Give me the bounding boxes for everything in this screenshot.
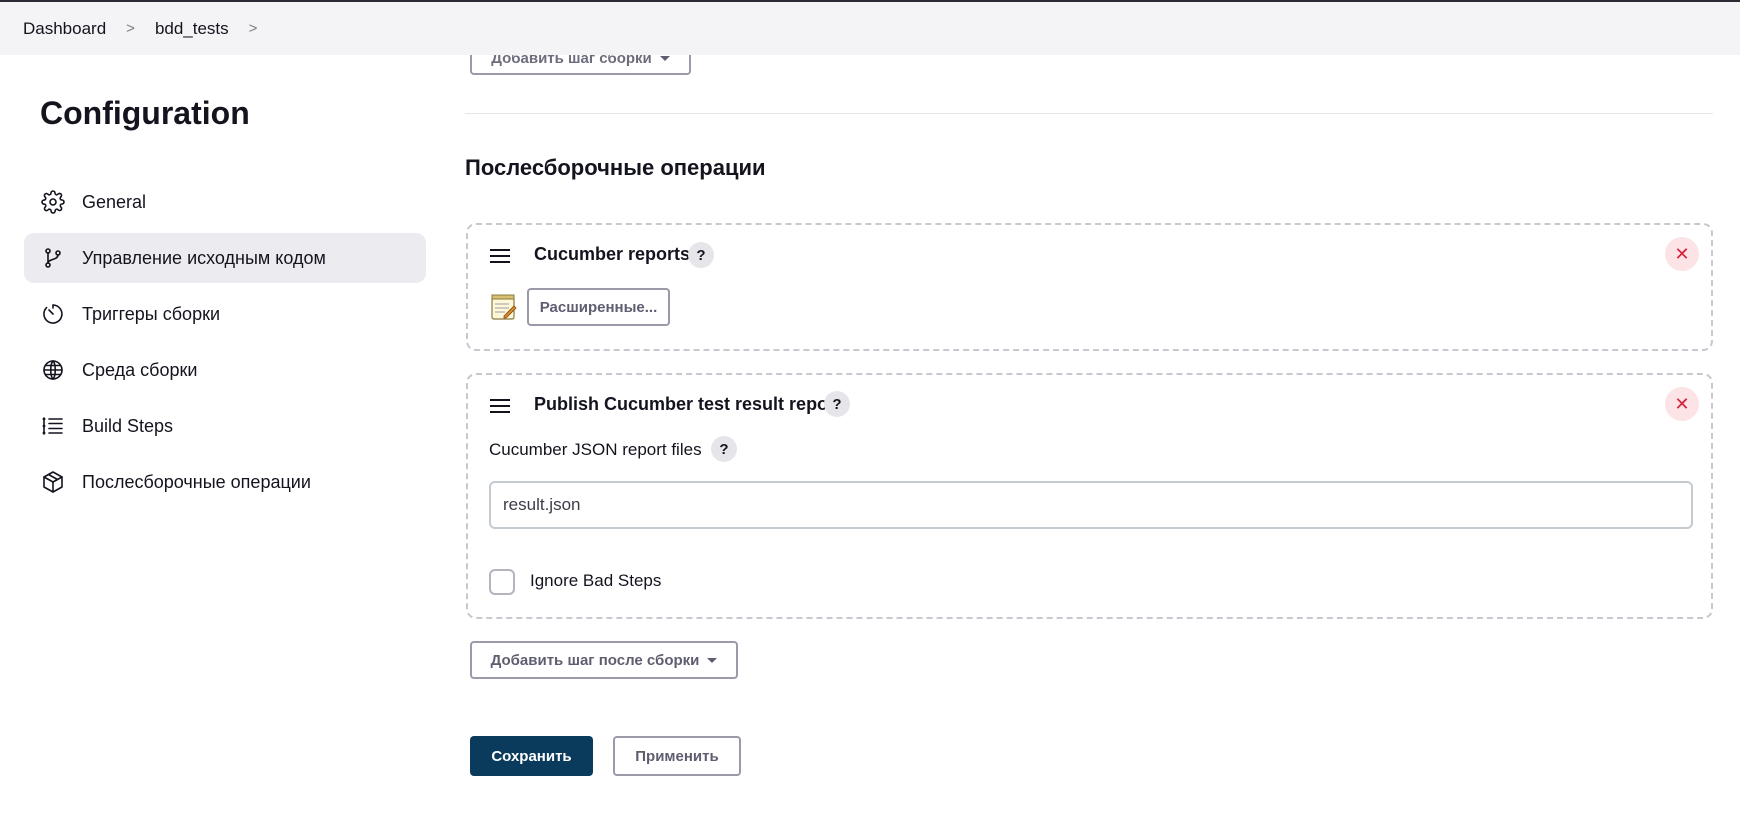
cucumber-reports-card: Cucumber reports ? ✕ Расширенные... bbox=[466, 223, 1713, 351]
close-icon[interactable]: ✕ bbox=[1665, 237, 1699, 271]
breadcrumb-dashboard[interactable]: Dashboard bbox=[23, 19, 106, 39]
drag-handle-icon[interactable] bbox=[490, 399, 510, 413]
add-post-build-step-label: Добавить шаг после сборки bbox=[490, 651, 700, 669]
sidebar-item-environment[interactable]: Среда сборки bbox=[24, 345, 426, 395]
sidebar-item-label: Послесборочные операции bbox=[82, 471, 311, 492]
ignore-bad-steps-checkbox[interactable] bbox=[489, 569, 515, 595]
card-title: Cucumber reports bbox=[534, 244, 691, 264]
chevron-right-icon: > bbox=[126, 20, 135, 37]
drag-handle-icon[interactable] bbox=[490, 249, 510, 263]
gear-icon bbox=[40, 189, 66, 215]
caret-down-icon bbox=[659, 55, 670, 61]
sidebar-item-general[interactable]: General bbox=[24, 177, 426, 227]
caret-down-icon bbox=[707, 657, 718, 663]
notepad-icon bbox=[490, 293, 518, 321]
chevron-right-icon[interactable]: > bbox=[249, 20, 258, 37]
help-icon[interactable]: ? bbox=[688, 242, 714, 268]
sidebar-item-triggers[interactable]: Триггеры сборки bbox=[24, 289, 426, 339]
timer-icon bbox=[40, 301, 66, 327]
package-icon bbox=[40, 469, 66, 495]
section-divider bbox=[465, 113, 1713, 114]
breadcrumb-bdd-tests[interactable]: bdd_tests bbox=[155, 19, 229, 39]
advanced-button[interactable]: Расширенные... bbox=[527, 288, 670, 326]
help-icon[interactable]: ? bbox=[824, 391, 850, 417]
help-icon[interactable]: ? bbox=[711, 436, 737, 462]
sidebar-item-post-build[interactable]: Послесборочные операции bbox=[24, 457, 426, 507]
sidebar-item-build-steps[interactable]: Build Steps bbox=[24, 401, 426, 451]
page-content: Configuration General Управление исходны… bbox=[0, 55, 1740, 828]
add-build-step-label: Добавить шаг сборки bbox=[491, 55, 652, 67]
breadcrumb: Dashboard > bdd_tests > bbox=[0, 2, 1740, 55]
card-title: Publish Cucumber test result report bbox=[534, 394, 842, 414]
sidebar-item-label: Управление исходным кодом bbox=[82, 247, 326, 268]
json-files-label: Cucumber JSON report files bbox=[489, 440, 702, 459]
sidebar-item-label: Build Steps bbox=[82, 415, 174, 436]
apply-button[interactable]: Применить bbox=[613, 736, 741, 776]
close-icon[interactable]: ✕ bbox=[1665, 387, 1699, 421]
git-branch-icon bbox=[40, 245, 66, 271]
add-post-build-step-button[interactable]: Добавить шаг после сборки bbox=[470, 641, 738, 679]
sidebar-item-scm[interactable]: Управление исходным кодом bbox=[24, 233, 426, 283]
globe-icon bbox=[40, 357, 66, 383]
sidebar-item-label: Триггеры сборки bbox=[82, 303, 221, 324]
add-build-step-button[interactable]: Добавить шаг сборки bbox=[470, 55, 691, 75]
sidebar-item-label: Среда сборки bbox=[82, 359, 198, 380]
save-button[interactable]: Сохранить bbox=[470, 736, 593, 776]
sidebar-item-label: General bbox=[82, 191, 147, 212]
publish-cucumber-card: Publish Cucumber test result report ? ✕ … bbox=[466, 373, 1713, 619]
section-title: Послесборочные операции bbox=[465, 155, 766, 180]
json-files-input[interactable] bbox=[489, 481, 1693, 529]
ignore-bad-steps-label: Ignore Bad Steps bbox=[530, 571, 662, 590]
list-steps-icon bbox=[40, 413, 66, 439]
page-title: Configuration bbox=[40, 95, 250, 131]
sidebar-nav: General Управление исходным кодом Тригге… bbox=[24, 177, 426, 513]
